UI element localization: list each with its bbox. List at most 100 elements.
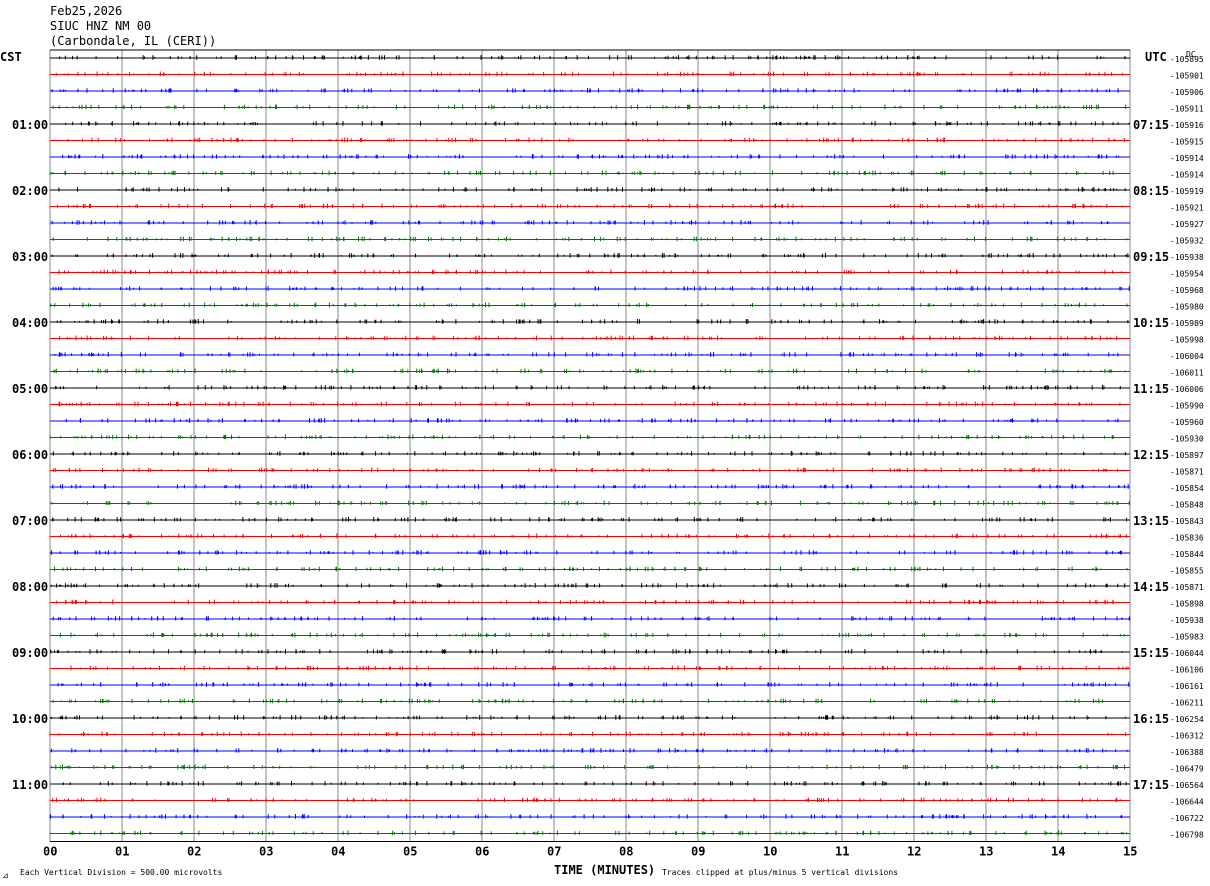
dc-offset-label: -105906 — [1170, 88, 1204, 97]
x-tick-label: 04 — [331, 845, 345, 859]
trace-noise — [52, 616, 1131, 621]
x-tick-label: 02 — [187, 845, 201, 859]
dc-offset-label: -105895 — [1170, 55, 1204, 64]
cst-hour-label: 08:00 — [12, 580, 48, 594]
trace-noise — [59, 55, 1126, 60]
dc-offset-label: -106006 — [1170, 385, 1204, 394]
dc-offset-label: -105855 — [1170, 567, 1204, 576]
trace-noise — [58, 187, 1126, 192]
trace-noise — [70, 665, 1129, 671]
utc-hour-label: 08:15 — [1133, 184, 1169, 198]
dc-offset-label: -106011 — [1170, 369, 1204, 378]
dc-offset-label: -105898 — [1170, 600, 1204, 609]
x-tick-label: 14 — [1051, 845, 1065, 859]
utc-hour-label: 14:15 — [1133, 580, 1169, 594]
dc-offset-label: -106044 — [1170, 649, 1204, 658]
trace-noise — [53, 368, 1126, 374]
dc-offset-label: -105919 — [1170, 187, 1204, 196]
dc-offset-label: -105871 — [1170, 583, 1204, 592]
trace-noise — [51, 764, 1126, 770]
trace-noise — [62, 154, 1120, 159]
dc-offset-label: -106161 — [1170, 682, 1204, 691]
utc-hour-label: 10:15 — [1133, 316, 1169, 330]
dc-offset-label: -105938 — [1170, 253, 1204, 262]
utc-hour-label: 17:15 — [1133, 778, 1169, 792]
x-tick-label: 06 — [475, 845, 489, 859]
cst-time-labels: 01:00 02:00 03:00 04:00 05:00 06:00 07:00 08:00… — [12, 118, 48, 792]
utc-hour-label: 13:15 — [1133, 514, 1169, 528]
header-date: Feb25,2026 — [50, 4, 122, 18]
dc-offset-labels: -105895 -105901 -105906 -105911 -105916 -1059… — [1170, 55, 1204, 840]
trace-noise — [55, 71, 1123, 77]
cst-hour-label: 11:00 — [12, 778, 48, 792]
trace-noise — [56, 599, 1114, 605]
dc-offset-label: -105927 — [1170, 220, 1204, 229]
dc-offset-label: -105960 — [1170, 418, 1204, 427]
dc-offset-label: -106004 — [1170, 352, 1204, 361]
trace-noise — [52, 104, 1127, 110]
dc-offset-label: -106644 — [1170, 798, 1204, 807]
utc-hour-label: 07:15 — [1133, 118, 1169, 132]
cst-hour-label: 03:00 — [12, 250, 48, 264]
dc-offset-label: -106479 — [1170, 765, 1204, 774]
trace-noise — [54, 352, 1119, 357]
cst-hour-label: 07:00 — [12, 514, 48, 528]
dc-offset-label: -105911 — [1170, 105, 1204, 114]
cst-hour-label: 09:00 — [12, 646, 48, 660]
dc-offset-label: -105915 — [1170, 138, 1204, 147]
dc-offset-label: -105954 — [1170, 270, 1204, 279]
trace-noise — [49, 814, 1123, 819]
plot-grid — [49, 49, 1131, 842]
trace-noise — [52, 451, 1126, 456]
footer-scale-note: Each Vertical Division = 500.00 microvol… — [20, 868, 222, 877]
dc-offset-label: -105990 — [1170, 402, 1204, 411]
trace-noise — [53, 566, 1128, 572]
footer-clip-note: Traces clipped at plus/minus 5 vertical … — [662, 868, 898, 877]
cst-hour-label: 04:00 — [12, 316, 48, 330]
trace-noise — [51, 748, 1128, 753]
trace-group — [49, 55, 1131, 836]
utc-hour-label: 16:15 — [1133, 712, 1169, 726]
x-axis-label: TIME (MINUTES) — [554, 863, 655, 877]
trace-noise — [57, 682, 1130, 687]
helicorder-chart: Feb25,2026 SIUC HNZ NM 00 (Carbondale, I… — [0, 4, 1204, 880]
dc-offset-label: -106106 — [1170, 666, 1204, 675]
dc-offset-label: -105843 — [1170, 517, 1204, 526]
dc-offset-label: -105921 — [1170, 204, 1204, 213]
x-tick-label: 01 — [115, 845, 129, 859]
trace-noise — [54, 137, 1125, 143]
dc-offset-label: -106254 — [1170, 715, 1204, 724]
dc-offset-label: -105901 — [1170, 72, 1204, 81]
x-tick-label: 15 — [1123, 845, 1137, 859]
dc-offset-label: -106722 — [1170, 814, 1204, 823]
trace-noise — [50, 550, 1122, 555]
x-tick-label: 03 — [259, 845, 273, 859]
dc-offset-label: -105914 — [1170, 154, 1204, 163]
x-tick-labels: 00 01 02 03 04 05 06 07 08 09 10 11 12 13 14 15 — [43, 845, 1137, 859]
trace-noise — [62, 781, 1127, 786]
dc-offset-label: -106388 — [1170, 748, 1204, 757]
trace-noise — [49, 731, 1127, 737]
dc-offset-label: -106564 — [1170, 781, 1204, 790]
trace-noise — [52, 517, 1128, 522]
trace-noise — [60, 533, 1127, 539]
dc-offset-label: -105848 — [1170, 501, 1204, 510]
dc-offset-label: -105980 — [1170, 303, 1204, 312]
trace-noise — [49, 434, 1114, 440]
cst-hour-label: 01:00 — [12, 118, 48, 132]
trace-noise — [58, 269, 1123, 275]
x-tick-label: 11 — [835, 845, 849, 859]
trace-noise — [59, 335, 1118, 341]
trace-noise — [51, 253, 1129, 258]
trace-noise — [49, 830, 1128, 836]
dc-offset-label: -106798 — [1170, 831, 1204, 840]
trace-noise — [51, 500, 1130, 506]
dc-offset-label: -106312 — [1170, 732, 1204, 741]
trace-noise — [58, 401, 1121, 407]
trace-noise — [51, 88, 1119, 93]
dc-offset-label: -105998 — [1170, 336, 1204, 345]
cst-axis-label: CST — [0, 50, 22, 64]
utc-time-labels: 07:15 08:15 09:15 10:15 11:15 12:15 13:15 14:15… — [1133, 118, 1169, 792]
x-tick-label: 07 — [547, 845, 561, 859]
cst-hour-label: 05:00 — [12, 382, 48, 396]
